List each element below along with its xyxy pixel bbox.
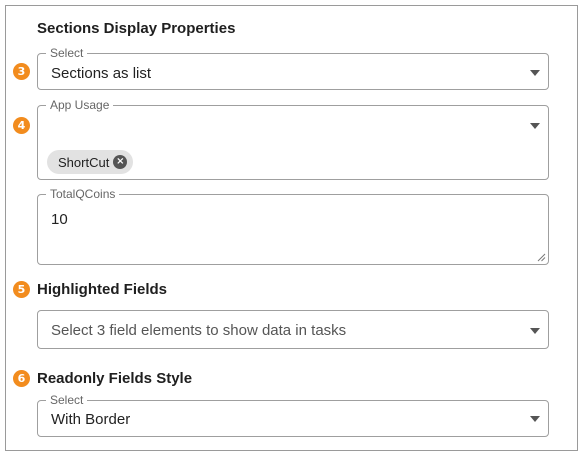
highlighted-fields-heading: Highlighted Fields bbox=[37, 281, 167, 298]
step-badge-4: 4 bbox=[13, 117, 30, 134]
total-qcoins-value: 10 bbox=[51, 211, 68, 228]
sections-display-legend: Select bbox=[46, 46, 88, 60]
highlighted-fields-placeholder: Select 3 field elements to show data in … bbox=[51, 322, 347, 339]
resize-grip-icon[interactable] bbox=[537, 253, 546, 262]
readonly-style-legend: Select bbox=[46, 393, 88, 407]
total-qcoins-textarea[interactable]: TotalQCoins 10 bbox=[37, 187, 549, 265]
step-badge-5: 5 bbox=[13, 281, 30, 298]
sections-display-select[interactable]: Select Sections as list bbox=[37, 46, 549, 90]
app-usage-legend: App Usage bbox=[46, 98, 114, 112]
readonly-fields-heading: Readonly Fields Style bbox=[37, 370, 193, 387]
panel-title: Sections Display Properties bbox=[37, 20, 236, 37]
app-usage-chip[interactable]: ShortCut × bbox=[47, 150, 134, 174]
chevron-down-icon[interactable] bbox=[530, 123, 540, 129]
step-badge-3: 3 bbox=[13, 63, 30, 80]
sections-display-value: Sections as list bbox=[51, 65, 152, 82]
total-qcoins-legend: TotalQCoins bbox=[46, 187, 120, 201]
readonly-style-select[interactable]: Select With Border bbox=[37, 393, 549, 437]
step-badge-6: 6 bbox=[13, 370, 30, 387]
highlighted-fields-select[interactable]: Select 3 field elements to show data in … bbox=[37, 310, 549, 349]
chevron-down-icon[interactable] bbox=[530, 328, 540, 334]
readonly-style-value: With Border bbox=[51, 411, 131, 428]
chip-label: ShortCut bbox=[58, 154, 110, 170]
close-circle-icon[interactable]: × bbox=[113, 155, 128, 169]
app-usage-select[interactable]: App Usage ShortCut × bbox=[37, 98, 549, 180]
chevron-down-icon[interactable] bbox=[530, 416, 540, 422]
chevron-down-icon[interactable] bbox=[530, 70, 540, 76]
